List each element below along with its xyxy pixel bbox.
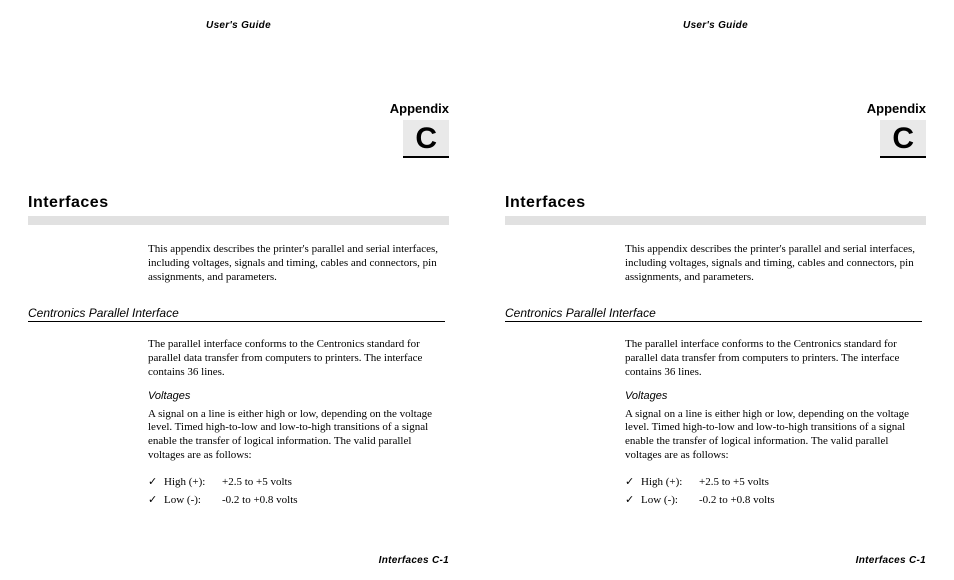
voltage-label: High (+):: [641, 473, 699, 492]
parallel-intro: The parallel interface conforms to the C…: [625, 338, 922, 379]
voltage-label: Low (-):: [164, 491, 222, 510]
voltage-value: -0.2 to +0.8 volts: [222, 491, 445, 510]
appendix-label: Appendix: [28, 101, 449, 116]
body-block: The parallel interface conforms to the C…: [148, 338, 445, 510]
voltage-label: High (+):: [164, 473, 222, 492]
checkmark-icon: ✓: [148, 491, 164, 510]
body-block: The parallel interface conforms to the C…: [625, 338, 922, 510]
appendix-letter-box: C: [403, 120, 449, 158]
voltages-text: A signal on a line is either high or low…: [148, 408, 445, 463]
intro-paragraph: This appendix describes the printer's pa…: [148, 243, 445, 284]
voltage-list: ✓ High (+): +2.5 to +5 volts ✓ Low (-): …: [148, 473, 445, 510]
list-item: ✓ High (+): +2.5 to +5 volts: [148, 473, 445, 492]
section-rule: [505, 216, 926, 225]
voltages-heading: Voltages: [148, 390, 445, 402]
checkmark-icon: ✓: [148, 473, 164, 492]
page-right: User's Guide Appendix C Interfaces This …: [477, 0, 954, 580]
page-footer: Interfaces C-1: [379, 555, 449, 566]
running-header: User's Guide: [28, 20, 449, 31]
appendix-block: Appendix C: [505, 101, 926, 158]
list-item: ✓ High (+): +2.5 to +5 volts: [625, 473, 922, 492]
checkmark-icon: ✓: [625, 473, 641, 492]
list-item: ✓ Low (-): -0.2 to +0.8 volts: [625, 491, 922, 510]
checkmark-icon: ✓: [625, 491, 641, 510]
page-spread: User's Guide Appendix C Interfaces This …: [0, 0, 954, 580]
voltage-value: +2.5 to +5 volts: [699, 473, 922, 492]
section-rule: [28, 216, 449, 225]
voltage-value: +2.5 to +5 volts: [222, 473, 445, 492]
page-footer: Interfaces C-1: [856, 555, 926, 566]
voltages-heading: Voltages: [625, 390, 922, 402]
voltage-label: Low (-):: [641, 491, 699, 510]
running-header: User's Guide: [505, 20, 926, 31]
sub-heading: Centronics Parallel Interface: [28, 306, 445, 322]
appendix-block: Appendix C: [28, 101, 449, 158]
voltage-value: -0.2 to +0.8 volts: [699, 491, 922, 510]
parallel-intro: The parallel interface conforms to the C…: [148, 338, 445, 379]
appendix-label: Appendix: [505, 101, 926, 116]
appendix-letter-box: C: [880, 120, 926, 158]
voltages-text: A signal on a line is either high or low…: [625, 408, 922, 463]
section-title: Interfaces: [28, 194, 449, 212]
page-left: User's Guide Appendix C Interfaces This …: [0, 0, 477, 580]
section-title: Interfaces: [505, 194, 926, 212]
voltage-list: ✓ High (+): +2.5 to +5 volts ✓ Low (-): …: [625, 473, 922, 510]
list-item: ✓ Low (-): -0.2 to +0.8 volts: [148, 491, 445, 510]
sub-heading: Centronics Parallel Interface: [505, 306, 922, 322]
intro-paragraph: This appendix describes the printer's pa…: [625, 243, 922, 284]
